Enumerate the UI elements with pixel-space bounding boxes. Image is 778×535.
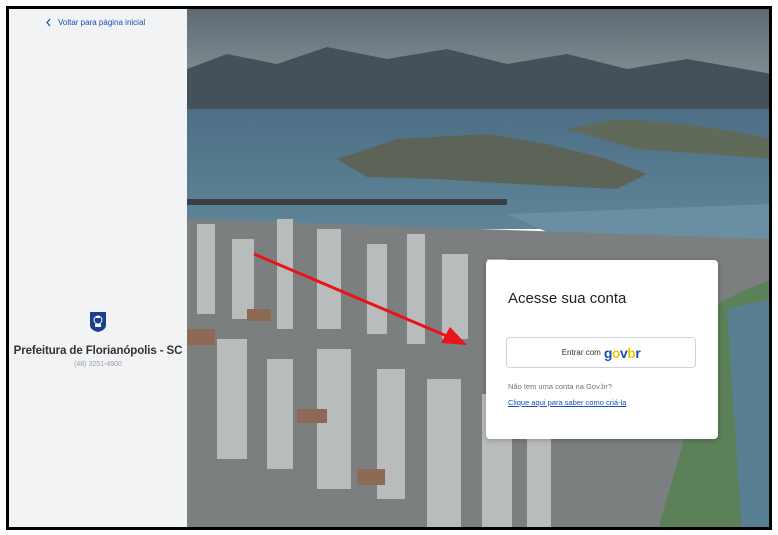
login-title: Acesse sua conta xyxy=(508,290,627,307)
govbr-logo: govbr xyxy=(603,344,641,361)
login-card: Acesse sua conta Entrar com govbr Não te… xyxy=(486,260,718,439)
org-name: Prefeitura de Florianópolis - SC xyxy=(13,345,183,357)
chevron-left-icon xyxy=(46,18,51,27)
org-phone: (48) 3251-4900 xyxy=(74,361,122,368)
create-account-link[interactable]: Clique aqui para saber como criá-la xyxy=(508,398,626,407)
back-to-home-link[interactable]: Voltar para página inicial xyxy=(45,18,145,27)
city-crest-icon xyxy=(90,312,106,332)
login-govbr-button[interactable]: Entrar com govbr xyxy=(506,337,696,368)
back-link-label: Voltar para página inicial xyxy=(58,18,146,27)
org-brand: Prefeitura de Florianópolis - SC (48) 32… xyxy=(9,311,187,368)
browser-frame: Voltar para página inicial Prefeitura de… xyxy=(6,6,772,530)
no-account-text: Não tem uma conta na Gov.br? xyxy=(508,382,613,391)
login-button-label: Entrar com xyxy=(561,348,601,357)
left-panel: Voltar para página inicial Prefeitura de… xyxy=(9,9,187,527)
